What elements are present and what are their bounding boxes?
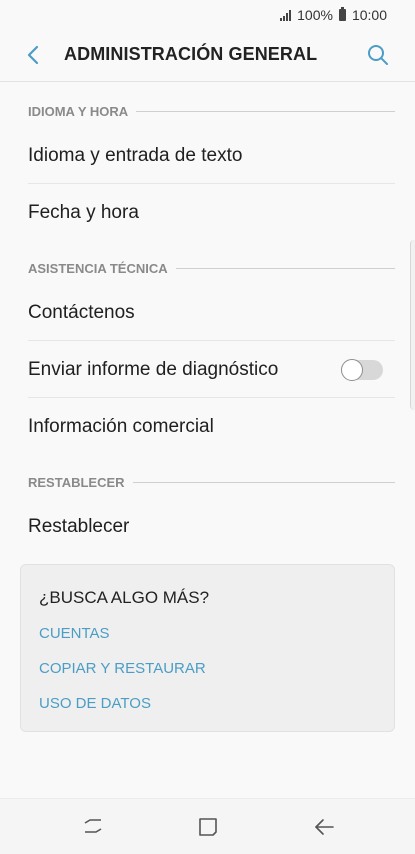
- section-header-asistencia: ASISTENCIA TÉCNICA: [28, 258, 395, 278]
- navigation-bar: [0, 798, 415, 854]
- section-header-idioma-hora: IDIOMA Y HORA: [28, 101, 395, 121]
- list-item-label: Restablecer: [28, 516, 130, 537]
- list-item-contactenos[interactable]: Contáctenos: [0, 285, 415, 341]
- toggle-knob: [341, 359, 363, 381]
- list-item-enviar-informe[interactable]: Enviar informe de diagnóstico: [0, 342, 415, 398]
- settings-screen: 100% 10:00 ADMINISTRACIÓN GENERAL IDIOMA…: [0, 0, 415, 854]
- back-button[interactable]: [20, 42, 46, 68]
- divider: [28, 397, 395, 398]
- battery-percent: 100%: [297, 7, 333, 23]
- recent-apps-button[interactable]: [79, 813, 107, 841]
- section-divider: [175, 267, 395, 269]
- suggestion-card: ¿BUSCA ALGO MÁS? CUENTAS COPIAR Y RESTAU…: [20, 564, 395, 732]
- list-item-label: Contáctenos: [28, 302, 135, 323]
- section-label: ASISTENCIA TÉCNICA: [28, 260, 168, 276]
- home-icon: [199, 818, 217, 836]
- suggestion-link-uso-datos[interactable]: USO DE DATOS: [39, 695, 151, 712]
- back-nav-button[interactable]: [310, 813, 338, 841]
- list-item-label: Idioma y entrada de texto: [28, 145, 243, 166]
- divider: [28, 183, 395, 184]
- signal-icon: [280, 9, 292, 21]
- recent-apps-icon: [84, 819, 102, 833]
- battery-icon: [338, 7, 346, 21]
- suggestion-title: ¿BUSCA ALGO MÁS?: [39, 588, 210, 607]
- section-label: RESTABLECER: [28, 474, 125, 490]
- section-label: IDIOMA Y HORA: [28, 103, 129, 119]
- page-title: ADMINISTRACIÓN GENERAL: [64, 44, 318, 64]
- clock: 10:00: [351, 7, 387, 23]
- status-bar: 100% 10:00: [0, 0, 415, 30]
- section-header-restablecer: RESTABLECER: [28, 472, 395, 492]
- list-item-idioma-entrada[interactable]: Idioma y entrada de texto: [0, 128, 415, 184]
- list-item-fecha-hora[interactable]: Fecha y hora: [0, 185, 415, 241]
- search-button[interactable]: [365, 42, 391, 68]
- list-item-restablecer[interactable]: Restablecer: [0, 499, 415, 555]
- search-icon: [368, 45, 388, 65]
- section-divider: [136, 110, 395, 112]
- divider: [28, 340, 395, 341]
- app-header: ADMINISTRACIÓN GENERAL: [0, 30, 415, 82]
- suggestion-link-copiar-restaurar[interactable]: COPIAR Y RESTAURAR: [39, 660, 206, 677]
- chevron-left-icon: [27, 45, 39, 65]
- device-edge: [410, 240, 415, 410]
- home-button[interactable]: [194, 813, 222, 841]
- list-item-informacion-comercial[interactable]: Información comercial: [0, 399, 415, 455]
- diagnostic-toggle[interactable]: [341, 359, 383, 381]
- list-item-label: Fecha y hora: [28, 202, 139, 223]
- suggestion-link-cuentas[interactable]: CUENTAS: [39, 625, 110, 642]
- list-item-label: Información comercial: [28, 416, 214, 437]
- list-item-label: Enviar informe de diagnóstico: [28, 359, 279, 380]
- section-divider: [132, 481, 395, 483]
- back-arrow-icon: [315, 819, 334, 835]
